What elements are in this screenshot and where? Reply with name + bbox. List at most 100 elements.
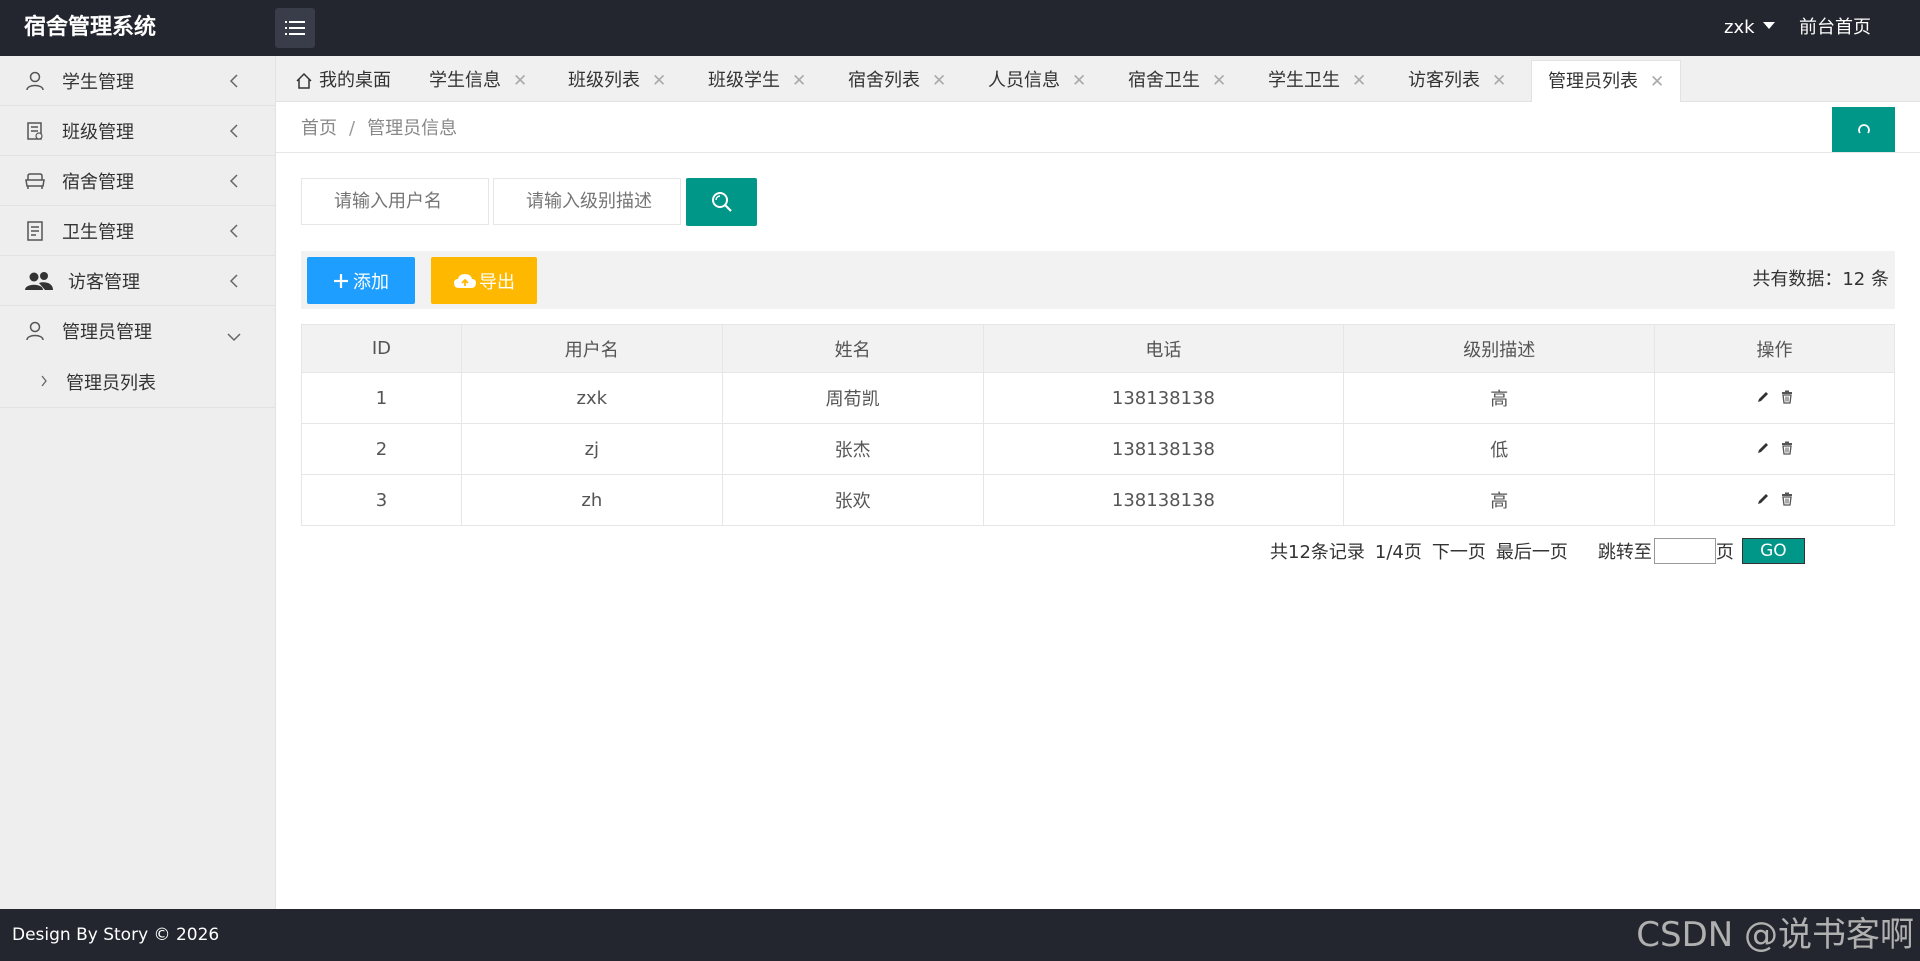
cell-username: zj	[460, 423, 723, 475]
table-row: 2 zj 张杰 138138138 低	[301, 423, 1895, 475]
tab-dorm-list[interactable]: 宿舍列表 ✕	[848, 60, 946, 102]
close-icon[interactable]: ✕	[792, 60, 806, 102]
close-icon[interactable]: ✕	[932, 60, 946, 102]
pager-last-link[interactable]: 最后一页	[1496, 538, 1568, 564]
tab-visitor-list[interactable]: 访客列表 ✕	[1408, 60, 1506, 102]
edit-icon[interactable]	[1756, 492, 1770, 506]
sidebar-item-label: 学生管理	[62, 71, 134, 93]
breadcrumb-home[interactable]: 首页	[301, 118, 337, 139]
chevron-down-icon	[227, 326, 241, 347]
breadcrumb-current: 管理员信息	[367, 118, 458, 139]
total-prefix: 共有数据：	[1752, 269, 1843, 290]
close-icon[interactable]: ✕	[513, 60, 527, 102]
add-button[interactable]: 添加	[307, 257, 415, 304]
close-icon[interactable]: ✕	[1650, 61, 1664, 103]
export-button-label: 导出	[479, 271, 515, 293]
user-icon	[24, 70, 46, 92]
cell-phone: 138138138	[982, 423, 1345, 475]
chevron-right-icon	[40, 371, 48, 392]
cell-username: zh	[460, 474, 723, 526]
cell-id: 1	[301, 372, 462, 424]
cell-level: 高	[1343, 372, 1656, 424]
sidebar-item-visitor[interactable]: 访客管理	[0, 256, 275, 306]
sidebar-item-student[interactable]: 学生管理	[0, 56, 275, 106]
cell-username: zxk	[460, 372, 723, 424]
admin-table: ID 用户名 姓名 电话 级别描述 操作 1 zxk 周荀凯 138138138…	[301, 324, 1895, 526]
user-menu[interactable]: zxk	[1724, 0, 1775, 56]
close-icon[interactable]: ✕	[652, 60, 666, 102]
add-button-label: 添加	[353, 271, 389, 293]
pager-page: 1/4页	[1374, 542, 1422, 563]
cell-phone: 138138138	[982, 372, 1345, 424]
close-icon[interactable]: ✕	[1492, 60, 1506, 102]
tab-personnel-info[interactable]: 人员信息 ✕	[988, 60, 1086, 102]
sidebar-item-hygiene[interactable]: 卫生管理	[0, 206, 275, 256]
edit-icon[interactable]	[1756, 441, 1770, 455]
table-header-row: ID 用户名 姓名 电话 级别描述 操作	[301, 324, 1895, 373]
sidebar-item-label: 班级管理	[62, 121, 134, 143]
cell-id: 2	[301, 423, 462, 475]
tab-label: 学生卫生	[1268, 70, 1340, 91]
tab-label: 人员信息	[988, 70, 1060, 91]
table-row: 1 zxk 周荀凯 138138138 高	[301, 372, 1895, 424]
chevron-left-icon	[229, 172, 239, 193]
footer: Design By Story © 2026 CSDN @说书客啊	[0, 909, 1920, 961]
menu-toggle-button[interactable]	[275, 8, 315, 48]
column-header: 操作	[1654, 324, 1895, 373]
level-search-input[interactable]	[493, 178, 681, 225]
sidebar-item-class[interactable]: 班级管理	[0, 106, 275, 156]
watermark: CSDN @说书客啊	[1636, 915, 1914, 955]
edit-icon[interactable]	[1756, 390, 1770, 404]
cloud-upload-icon	[454, 273, 476, 288]
total-suffix: 条	[1865, 269, 1889, 290]
cell-phone: 138138138	[982, 474, 1345, 526]
trash-icon[interactable]	[1780, 441, 1794, 455]
tab-admin-list[interactable]: 管理员列表 ✕	[1531, 60, 1682, 103]
sidebar-item-admin[interactable]: 管理员管理	[0, 306, 275, 356]
user-name: zxk	[1724, 17, 1755, 38]
sidebar-item-label: 管理员管理	[62, 322, 152, 343]
tab-label: 宿舍列表	[848, 70, 920, 91]
sidebar-item-dorm[interactable]: 宿舍管理	[0, 156, 275, 206]
trash-icon[interactable]	[1780, 390, 1794, 404]
home-icon	[296, 72, 312, 89]
cell-name: 周荀凯	[721, 372, 984, 424]
close-icon[interactable]: ✕	[1352, 60, 1366, 102]
go-button[interactable]: GO	[1741, 538, 1805, 564]
search-button[interactable]	[686, 178, 757, 226]
app-title: 宿舍管理系统	[24, 15, 157, 40]
close-icon[interactable]: ✕	[1212, 60, 1226, 102]
sidebar-item-label: 卫生管理	[62, 221, 134, 243]
tab-student-info[interactable]: 学生信息 ✕	[429, 60, 527, 102]
refresh-button[interactable]	[1832, 107, 1895, 152]
sidebar-item-label: 宿舍管理	[62, 171, 134, 193]
front-page-link[interactable]: 前台首页	[1799, 0, 1871, 56]
pager-page-unit: 页	[1715, 542, 1734, 563]
tab-dorm-hygiene[interactable]: 宿舍卫生 ✕	[1128, 60, 1226, 102]
tab-class-student[interactable]: 班级学生 ✕	[708, 60, 806, 102]
cell-level: 高	[1343, 474, 1656, 526]
chevron-left-icon	[229, 72, 239, 93]
tab-class-list[interactable]: 班级列表 ✕	[568, 60, 666, 102]
page-jump-input[interactable]	[1653, 538, 1716, 564]
username-search-input[interactable]	[301, 178, 489, 225]
divider	[276, 152, 1920, 153]
cell-actions	[1654, 423, 1895, 475]
trash-icon[interactable]	[1780, 492, 1794, 506]
cell-id: 3	[301, 474, 462, 526]
sidebar-subitem-admin-list[interactable]: 管理员列表	[0, 356, 275, 408]
cell-name: 张欢	[721, 474, 984, 526]
sofa-icon	[24, 170, 46, 192]
cell-actions	[1654, 474, 1895, 526]
export-button[interactable]: 导出	[431, 257, 537, 304]
top-header: 宿舍管理系统 zxk 前台首页	[0, 0, 1920, 56]
chevron-left-icon	[229, 272, 239, 293]
tab-home[interactable]: 我的桌面	[295, 60, 391, 102]
pager-next-link[interactable]: 下一页	[1432, 538, 1486, 564]
tab-student-hygiene[interactable]: 学生卫生 ✕	[1268, 60, 1366, 102]
pager-records: 共12条记录	[1270, 542, 1365, 563]
tab-label: 宿舍卫生	[1128, 70, 1200, 91]
close-icon[interactable]: ✕	[1072, 60, 1086, 102]
plus-icon	[334, 273, 348, 288]
search-icon	[711, 192, 732, 212]
